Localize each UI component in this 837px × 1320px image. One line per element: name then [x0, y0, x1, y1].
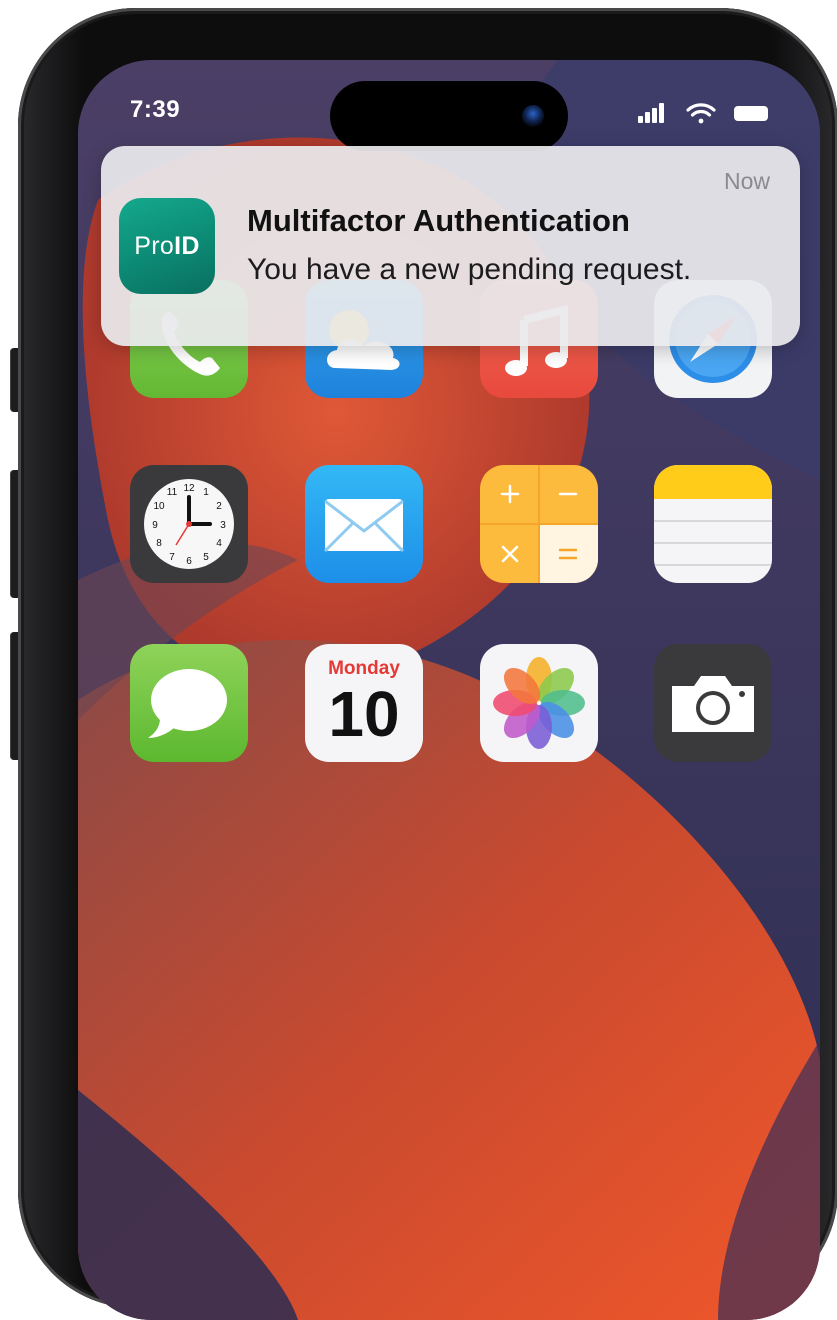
status-time: 7:39	[130, 96, 181, 123]
signal-icon	[638, 103, 664, 123]
clock-numeral: 6	[186, 556, 192, 567]
clock-numeral: 5	[203, 552, 209, 563]
mail-app[interactable]	[305, 465, 423, 583]
front-camera-icon	[522, 105, 544, 127]
volume-up-button[interactable]	[10, 470, 18, 598]
clock-numeral: 4	[216, 538, 222, 549]
clock-numeral: 3	[220, 520, 226, 531]
clock-numeral: 12	[183, 483, 195, 494]
calculator-app[interactable]	[480, 465, 598, 583]
clock-numeral: 8	[156, 538, 162, 549]
calendar-app[interactable]: Monday 10	[305, 644, 423, 762]
clock-app[interactable]: 12 1 2 3 4 5 6 7 8 9 10 11	[130, 465, 248, 583]
action-button[interactable]	[10, 348, 18, 412]
calendar-icon: Monday 10	[305, 644, 423, 762]
wifi-icon	[686, 103, 716, 124]
clock-numeral: 9	[152, 520, 158, 531]
camera-icon	[654, 644, 772, 762]
notes-app[interactable]	[654, 465, 772, 583]
proid-app-icon: ProID	[119, 198, 215, 294]
clock-numeral: 11	[167, 487, 178, 498]
messages-icon	[130, 644, 248, 762]
notes-icon	[654, 465, 772, 583]
dynamic-island	[330, 81, 568, 151]
camera-app[interactable]	[654, 644, 772, 762]
notification-title: Multifactor Authentication	[247, 203, 630, 238]
photos-app[interactable]	[480, 644, 598, 762]
calendar-day-label: Monday	[328, 658, 400, 679]
photos-icon	[480, 644, 598, 762]
clock-numeral: 2	[216, 501, 222, 512]
clock-icon: 12 1 2 3 4 5 6 7 8 9 10 11	[130, 465, 248, 583]
home-screen: 7:39 12 1 2 3 4 5 6 7 8 9 10 11 Monday 1…	[78, 60, 820, 1320]
calendar-date-label: 10	[328, 678, 400, 750]
phone-frame: 7:39 12 1 2 3 4 5 6 7 8 9 10 11 Monday 1…	[18, 8, 837, 1320]
notification-banner[interactable]: ProID Now Multifactor Authentication You…	[101, 146, 800, 346]
calculator-icon	[480, 465, 598, 583]
messages-app[interactable]	[130, 644, 248, 762]
battery-icon	[734, 106, 768, 121]
notification-message: You have a new pending request.	[247, 253, 692, 286]
mail-icon	[305, 465, 423, 583]
clock-numeral: 10	[153, 501, 165, 512]
clock-numeral: 1	[203, 487, 209, 498]
volume-down-button[interactable]	[10, 632, 18, 760]
status-icons	[638, 103, 768, 124]
clock-numeral: 7	[169, 552, 175, 563]
notification-timestamp: Now	[723, 168, 770, 194]
proid-logo-text: ProID	[134, 231, 200, 260]
